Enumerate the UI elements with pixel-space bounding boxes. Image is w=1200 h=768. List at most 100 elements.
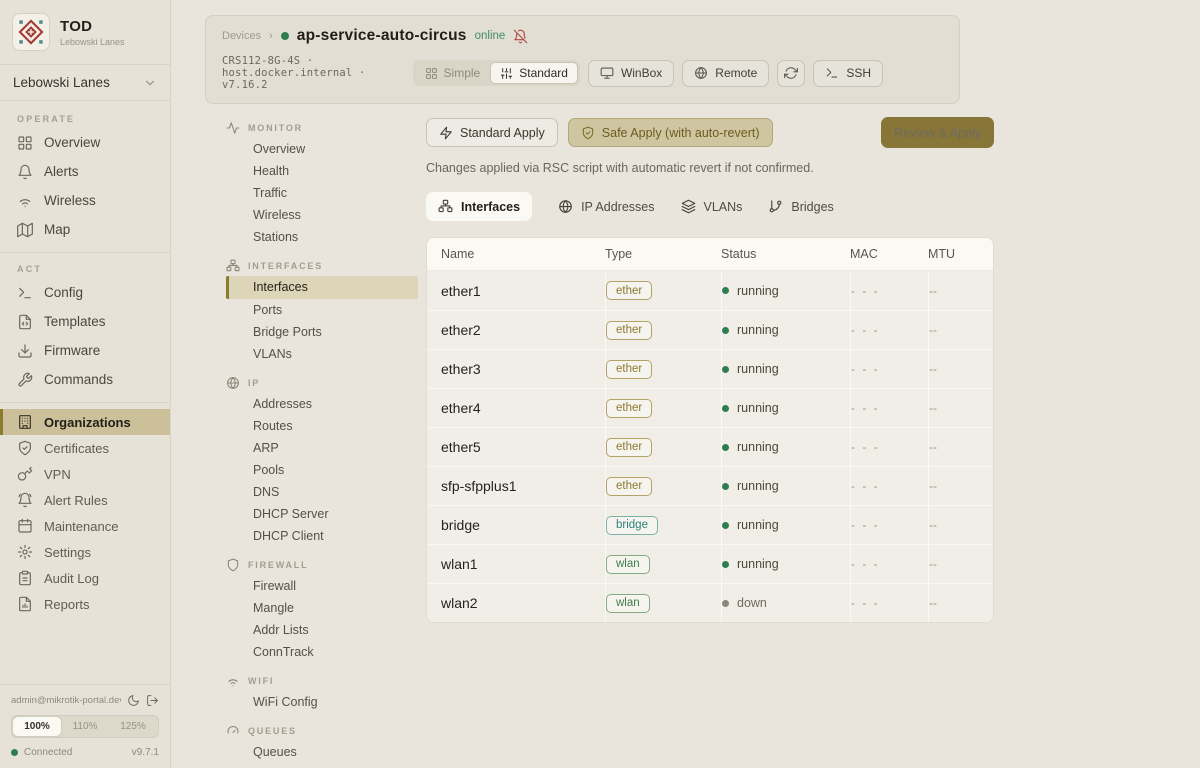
layers-icon (681, 199, 696, 214)
mode-standard-button[interactable]: Standard (490, 62, 578, 84)
subnav-item-queues[interactable]: Queues (226, 741, 426, 763)
sidebar-item-config[interactable]: Config (0, 278, 170, 307)
subnav-item-overview[interactable]: Overview (226, 138, 426, 160)
subnav-group-interfaces: INTERFACES (226, 255, 426, 276)
column-header-mtu: MTU (928, 247, 993, 261)
subnav-item-wifi-config[interactable]: WiFi Config (226, 691, 426, 713)
subnav-group-label: QUEUES (248, 726, 297, 736)
subnav-item-vlans[interactable]: VLANs (226, 343, 426, 365)
sidebar-item-maintenance[interactable]: Maintenance (0, 513, 170, 539)
device-header-card: Devices › ap-service-auto-circus online … (205, 15, 960, 104)
cell-mac: - - - (850, 584, 928, 622)
clipboard-icon (17, 570, 33, 586)
tab-interfaces[interactable]: Interfaces (426, 192, 532, 221)
tab-bridges[interactable]: Bridges (768, 192, 833, 221)
table-row[interactable]: bridgebridgerunning- - --- (427, 505, 993, 544)
subnav-item-interfaces[interactable]: Interfaces (226, 276, 418, 299)
table-row[interactable]: ether5etherrunning- - --- (427, 427, 993, 466)
subnav-item-addr-lists[interactable]: Addr Lists (226, 619, 426, 641)
subnav-item-traffic[interactable]: Traffic (226, 182, 426, 204)
cell-type: ether (605, 350, 721, 388)
mtu-value: -- (929, 284, 937, 298)
subnav-item-arp[interactable]: ARP (226, 437, 426, 459)
mtu-value: -- (929, 479, 937, 493)
sidebar-item-alerts[interactable]: Alerts (0, 157, 170, 186)
winbox-button[interactable]: WinBox (588, 60, 674, 87)
interface-name: wlan1 (441, 556, 478, 572)
sidebar-item-overview[interactable]: Overview (0, 128, 170, 157)
subnav-item-bridge-ports[interactable]: Bridge Ports (226, 321, 426, 343)
sidebar-item-alert-rules[interactable]: Alert Rules (0, 487, 170, 513)
table-body: ether1etherrunning- - ---ether2etherrunn… (427, 271, 993, 622)
apply-toolbar: Standard Apply Safe Apply (with auto-rev… (426, 117, 994, 148)
cell-mtu: -- (928, 271, 993, 310)
sidebar-item-vpn[interactable]: VPN (0, 461, 170, 487)
subnav-group-monitor: MONITOR (226, 117, 426, 138)
subnav-item-ports[interactable]: Ports (226, 299, 426, 321)
review-apply-button[interactable]: Review & Apply (881, 117, 994, 148)
tab-ip-addresses[interactable]: IP Addresses (558, 192, 654, 221)
sidebar-item-reports[interactable]: Reports (0, 591, 170, 617)
trash-button[interactable] (921, 60, 943, 87)
safe-apply-button[interactable]: Safe Apply (with auto-revert) (568, 118, 773, 147)
subnav-item-wireless[interactable]: Wireless (226, 204, 426, 226)
subnav-item-mangle[interactable]: Mangle (226, 597, 426, 619)
subnav-item-addresses[interactable]: Addresses (226, 393, 426, 415)
refresh-button[interactable] (777, 60, 805, 87)
bell-icon (17, 164, 33, 180)
sidebar-item-map[interactable]: Map (0, 215, 170, 244)
dark-mode-icon[interactable] (127, 694, 140, 707)
sidebar-item-firmware[interactable]: Firmware (0, 336, 170, 365)
zoom-option-100[interactable]: 100% (13, 717, 61, 736)
mac-value: - - - (851, 479, 880, 493)
remote-button[interactable]: Remote (682, 60, 769, 87)
standard-apply-button[interactable]: Standard Apply (426, 118, 558, 147)
subnav-item-pools[interactable]: Pools (226, 459, 426, 481)
subnav-item-dhcp-server[interactable]: DHCP Server (226, 503, 426, 525)
sidebar-item-settings[interactable]: Settings (0, 539, 170, 565)
subnav-item-stations[interactable]: Stations (226, 226, 426, 248)
mac-value: - - - (851, 557, 880, 571)
subnav-item-health[interactable]: Health (226, 160, 426, 182)
subnav-item-routes[interactable]: Routes (226, 415, 426, 437)
table-row[interactable]: wlan1wlanrunning- - --- (427, 544, 993, 583)
table-row[interactable]: ether3etherrunning- - --- (427, 349, 993, 388)
subnav-item-dns[interactable]: DNS (226, 481, 426, 503)
mac-value: - - - (851, 596, 880, 610)
cell-type: ether (605, 311, 721, 349)
sidebar-item-audit-log[interactable]: Audit Log (0, 565, 170, 591)
subnav-item-conntrack[interactable]: ConnTrack (226, 641, 426, 663)
mode-simple-button[interactable]: Simple (415, 62, 491, 84)
shield-check-icon (581, 126, 595, 140)
sidebar-item-label: Reports (44, 597, 90, 612)
alerts-muted-icon[interactable] (513, 29, 528, 44)
table-row[interactable]: ether4etherrunning- - --- (427, 388, 993, 427)
logout-icon[interactable] (146, 694, 159, 707)
breadcrumb[interactable]: Devices (222, 30, 261, 42)
pencil-button[interactable] (891, 60, 913, 87)
monitor-icon (600, 66, 614, 80)
ssh-button[interactable]: SSH (813, 60, 883, 87)
device-meta: CRS112-8G-4S · host.docker.internal · v7… (222, 55, 413, 91)
mtu-value: -- (929, 518, 937, 532)
org-selector-label: Lebowski Lanes (13, 75, 110, 90)
table-row[interactable]: ether2etherrunning- - --- (427, 310, 993, 349)
table-row[interactable]: wlan2wlandown- - --- (427, 583, 993, 622)
sidebar-item-wireless[interactable]: Wireless (0, 186, 170, 215)
sliders-icon (500, 67, 513, 80)
tab-vlans[interactable]: VLANs (681, 192, 743, 221)
subnav-item-dhcp-client[interactable]: DHCP Client (226, 525, 426, 547)
org-selector[interactable]: Lebowski Lanes (0, 65, 170, 101)
table-row[interactable]: ether1etherrunning- - --- (427, 271, 993, 310)
sidebar-item-commands[interactable]: Commands (0, 365, 170, 394)
table-row[interactable]: sfp-sfpplus1etherrunning- - --- (427, 466, 993, 505)
zoom-option-125[interactable]: 125% (109, 717, 157, 736)
cell-name: wlan1 (441, 545, 605, 583)
sidebar-item-templates[interactable]: Templates (0, 307, 170, 336)
subnav-item-firewall[interactable]: Firewall (226, 575, 426, 597)
sidebar-item-certificates[interactable]: Certificates (0, 435, 170, 461)
column-header-type: Type (605, 247, 721, 261)
sidebar-item-organizations[interactable]: Organizations (0, 409, 170, 435)
map-icon (17, 222, 33, 238)
zoom-option-110[interactable]: 110% (61, 717, 109, 736)
